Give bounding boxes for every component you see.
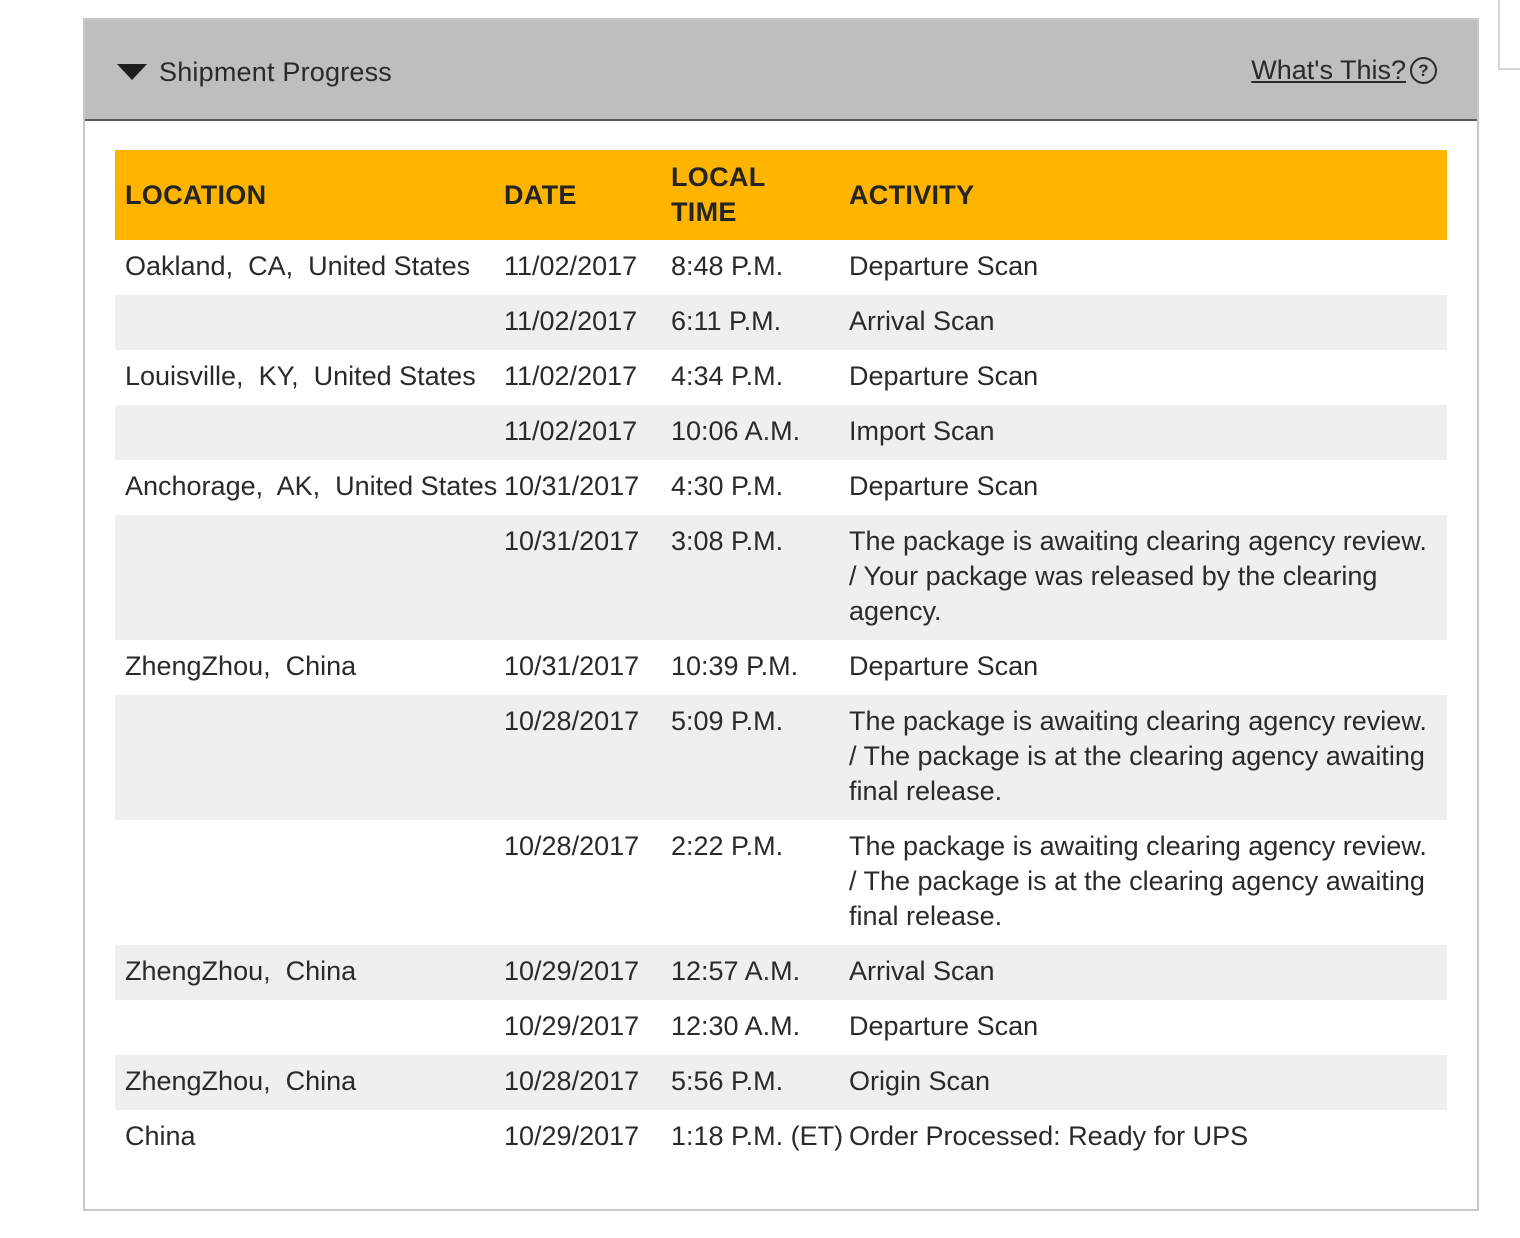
table-row: 10/28/2017 2:22 P.M. The package is awaiti…	[115, 820, 1447, 945]
whats-this-link[interactable]: What's This? ?	[1251, 50, 1437, 90]
cell-local-time: 3:08 P.M.	[661, 515, 839, 640]
cell-date: 10/28/2017	[494, 695, 661, 820]
cell-location	[115, 515, 494, 640]
cell-activity: Departure Scan	[849, 651, 1039, 681]
cell-date: 10/29/2017	[504, 1121, 640, 1151]
cell-local-time: 6:11 P.M.	[661, 295, 839, 350]
window-edge	[1498, 0, 1520, 70]
table-row: Louisville, KY, United States 11/02/2017 4…	[115, 350, 1447, 405]
cell-activity: The package is awaiting clearing agency …	[839, 695, 1447, 820]
table-header-row: LOCATION DATE LOCAL TIME ACTIVITY	[115, 150, 1447, 240]
table-row: Oakland, CA, United States 11/02/2017 8:48…	[115, 240, 1447, 295]
cell-location: China	[125, 1121, 196, 1151]
cell-date: 10/29/2017	[504, 1011, 640, 1041]
cell-date: 11/02/2017	[494, 295, 661, 350]
cell-date: 10/28/2017	[504, 831, 640, 861]
cell-local-time: 5:09 P.M.	[661, 695, 839, 820]
cell-local-time: 2:22 P.M.	[671, 831, 784, 861]
cell-location	[115, 695, 494, 820]
cell-date: 11/02/2017	[504, 251, 638, 281]
panel-title: Shipment Progress	[159, 56, 393, 87]
table-body: Oakland, CA, United States 11/02/2017 8:48…	[115, 240, 1447, 1165]
table-row: ZhengZhou, China 10/31/2017 10:39 P.M. Depa…	[115, 640, 1447, 695]
cell-activity: Arrival Scan	[839, 295, 1447, 350]
whats-this-label[interactable]: What's This?	[1251, 55, 1406, 86]
cell-location: Louisville, KY, United States	[125, 361, 476, 391]
cell-activity: Departure Scan	[849, 361, 1039, 391]
cell-local-time: 10:06 A.M.	[661, 405, 839, 460]
cell-activity: Departure Scan	[849, 1011, 1039, 1041]
cell-activity: Origin Scan	[839, 1055, 1447, 1110]
table-row: ZhengZhou, China 10/29/2017 12:57 A.M. Arri…	[115, 945, 1447, 1000]
shipment-progress-table: LOCATION DATE LOCAL TIME ACTIVITY Oaklan…	[115, 150, 1447, 1165]
table-row: 10/28/2017 5:09 P.M. The package is awaiti…	[115, 695, 1447, 820]
cell-local-time: 4:30 P.M.	[671, 471, 784, 501]
table-row: 11/02/2017 6:11 P.M. Arrival Scan	[115, 295, 1447, 350]
caret-down-icon	[117, 64, 147, 80]
cell-local-time: 5:56 P.M.	[661, 1055, 839, 1110]
collapse-toggle[interactable]: Shipment Progress	[117, 52, 392, 92]
table-row: Anchorage, AK, United States 10/31/2017 4:…	[115, 460, 1447, 515]
panel-header: Shipment Progress What's This? ?	[85, 20, 1477, 121]
cell-date: 10/31/2017	[504, 471, 640, 501]
help-circle-icon[interactable]: ?	[1410, 56, 1437, 84]
cell-location	[115, 820, 494, 945]
cell-location	[115, 405, 494, 460]
cell-location: Oakland, CA, United States	[125, 251, 471, 281]
cell-activity: Import Scan	[839, 405, 1447, 460]
cell-activity: Order Processed: Ready for UPS	[849, 1121, 1249, 1151]
cell-activity: The package is awaiting clearing agency …	[839, 515, 1447, 640]
cell-local-time: 8:48 P.M.	[671, 251, 784, 281]
cell-location: ZhengZhou, China	[115, 945, 494, 1000]
cell-local-time: 10:39 P.M.	[671, 651, 799, 681]
cell-date: 11/02/2017	[504, 361, 638, 391]
cell-activity: Departure Scan	[849, 471, 1039, 501]
cell-date: 10/31/2017	[504, 651, 640, 681]
column-header-local-time: LOCAL TIME	[661, 150, 839, 240]
cell-local-time: 4:34 P.M.	[671, 361, 784, 391]
shipment-progress-panel: Shipment Progress What's This? ? LOCATIO…	[83, 18, 1479, 1211]
cell-local-time: 12:57 A.M.	[661, 945, 839, 1000]
table-row: 10/31/2017 3:08 P.M. The package is awaiti…	[115, 515, 1447, 640]
cell-location: Anchorage, AK, United States	[125, 471, 498, 501]
cell-date: 10/28/2017	[494, 1055, 661, 1110]
cell-activity: The package is awaiting clearing agency …	[849, 831, 1427, 931]
column-header-date: DATE	[494, 150, 661, 240]
cell-location: ZhengZhou, China	[115, 1055, 494, 1110]
cell-local-time: 1:18 P.M. (ET)	[671, 1121, 844, 1151]
column-header-activity: ACTIVITY	[839, 150, 1447, 240]
table-row: ZhengZhou, China 10/28/2017 5:56 P.M. Origi…	[115, 1055, 1447, 1110]
cell-location: ZhengZhou, China	[125, 651, 357, 681]
cell-date: 11/02/2017	[494, 405, 661, 460]
table-row: China 10/29/2017 1:18 P.M. (ET) Order Proce…	[115, 1110, 1447, 1165]
cell-local-time: 12:30 A.M.	[671, 1011, 801, 1041]
cell-date: 10/31/2017	[494, 515, 661, 640]
cell-date: 10/29/2017	[494, 945, 661, 1000]
column-header-location: LOCATION	[115, 150, 494, 240]
cell-activity: Arrival Scan	[839, 945, 1447, 1000]
cell-activity: Departure Scan	[849, 251, 1039, 281]
table-row: 10/29/2017 12:30 A.M. Departure Scan	[115, 1000, 1447, 1055]
table-row: 11/02/2017 10:06 A.M. Import Scan	[115, 405, 1447, 460]
cell-location	[115, 295, 494, 350]
cell-location	[115, 1000, 494, 1055]
